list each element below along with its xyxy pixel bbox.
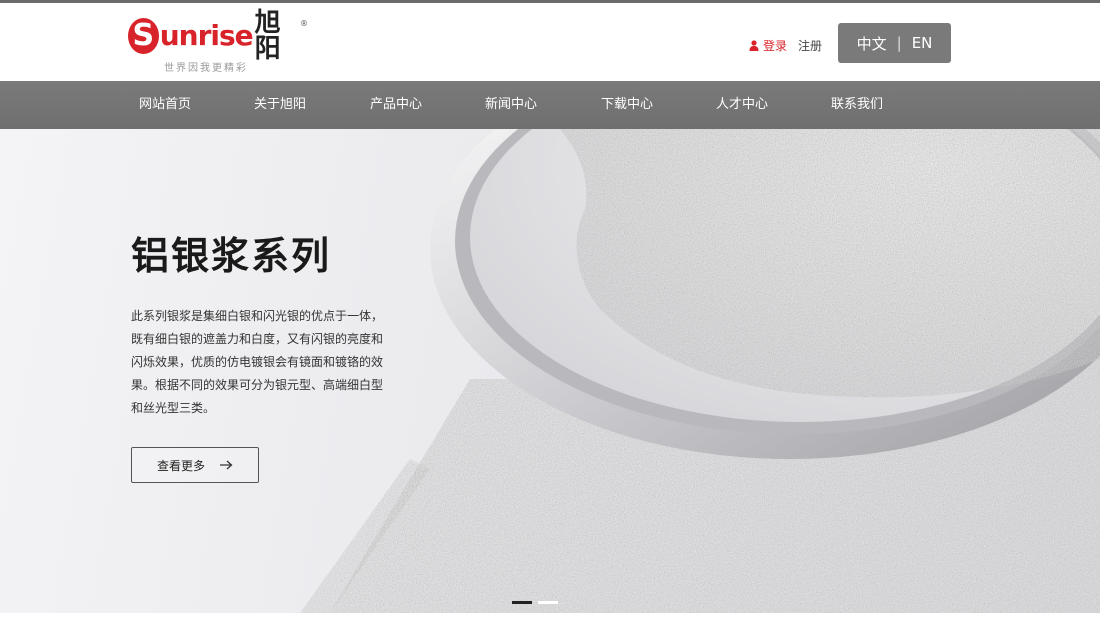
site-logo[interactable]: S unrise 旭阳 ® 世界因我更精彩 (128, 10, 308, 74)
main-nav: 网站首页 关于旭阳 产品中心 新闻中心 下载中心 人才中心 联系我们 (0, 81, 1100, 129)
nav-item-careers[interactable]: 人才中心 (716, 81, 768, 129)
user-icon (749, 40, 759, 51)
logo-letter-s: S (128, 18, 159, 54)
lang-zh-option[interactable]: 中文 (857, 33, 887, 54)
logo-registered-mark: ® (300, 19, 308, 28)
view-more-button[interactable]: 查看更多 (131, 447, 259, 483)
login-label: 登录 (763, 39, 788, 53)
bottom-strip (0, 613, 1100, 618)
lang-en-option[interactable]: EN (912, 34, 933, 52)
slider-pagination (512, 601, 558, 604)
hero-description: 此系列银浆是集细白银和闪光银的优点于一体，既有细白银的遮盖力和白度，又有闪银的亮… (131, 309, 384, 415)
language-switcher: 中文 | EN (838, 23, 951, 63)
logo-text: unrise (159, 19, 254, 52)
logo-wordmark: S unrise 旭阳 ® (128, 10, 308, 62)
site-header: S unrise 旭阳 ® 世界因我更精彩 登录 注册 中文 | EN (0, 3, 1100, 81)
slider-dot-1[interactable] (512, 601, 532, 604)
lang-separator: | (896, 34, 902, 52)
logo-slogan: 世界因我更精彩 (164, 63, 248, 74)
nav-item-contact[interactable]: 联系我们 (831, 81, 883, 129)
nav-item-downloads[interactable]: 下载中心 (601, 81, 653, 129)
logo-cn-text: 旭阳 (254, 8, 281, 64)
nav-item-products[interactable]: 产品中心 (370, 81, 422, 129)
view-more-label: 查看更多 (156, 458, 205, 473)
nav-item-news[interactable]: 新闻中心 (485, 81, 537, 129)
arrow-right-icon (220, 460, 233, 470)
login-link[interactable]: 登录 (749, 37, 787, 54)
register-link[interactable]: 注册 (798, 37, 822, 54)
slider-dot-2[interactable] (538, 601, 558, 604)
hero-title: 铝银浆系列 (131, 234, 332, 278)
nav-item-home[interactable]: 网站首页 (139, 81, 191, 129)
hero-banner: 铝银浆系列 此系列银浆是集细白银和闪光银的优点于一体，既有细白银的遮盖力和白度，… (0, 129, 1100, 613)
nav-item-about[interactable]: 关于旭阳 (254, 81, 306, 129)
